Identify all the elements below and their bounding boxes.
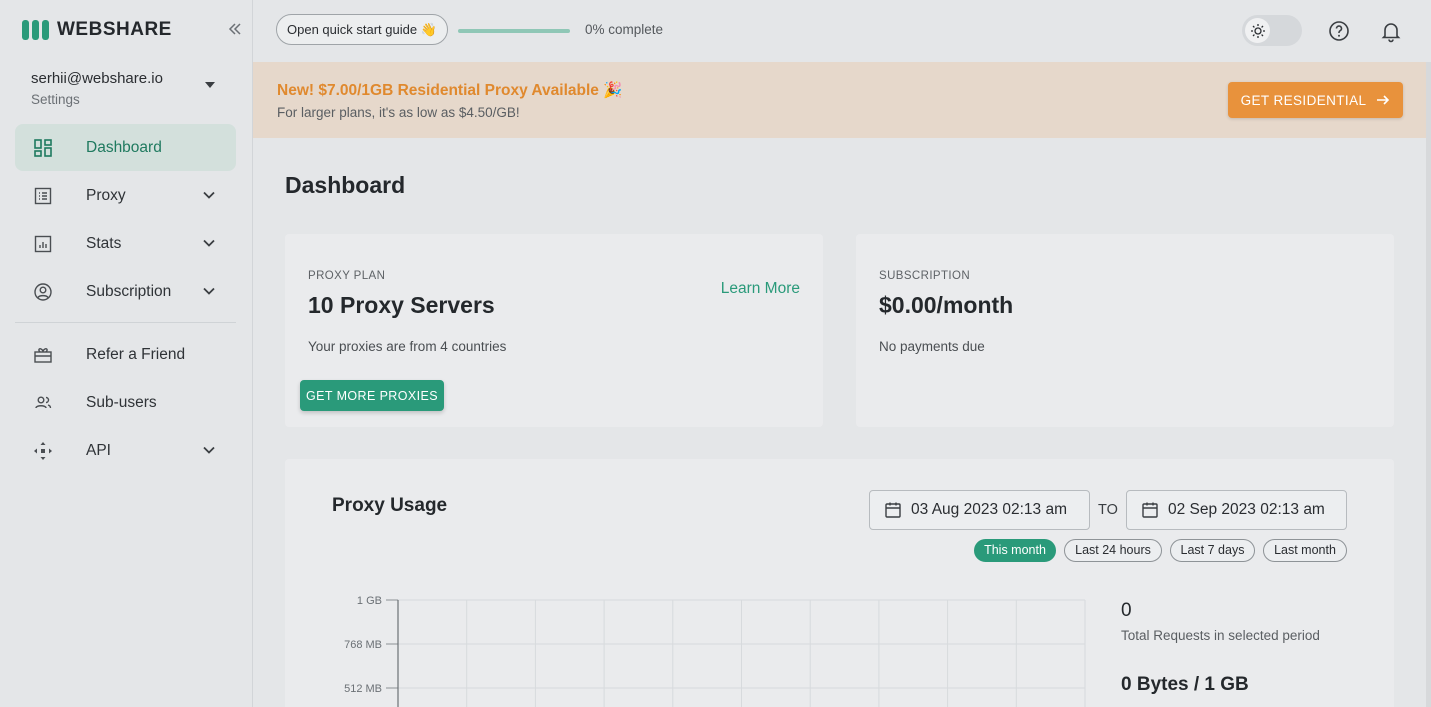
help-circle-icon	[1329, 21, 1349, 41]
arrow-right-icon	[1377, 95, 1390, 105]
banner-title: New! $7.00/1GB Residential Proxy Availab…	[277, 82, 623, 99]
sidebar-item-label: Sub-users	[86, 393, 157, 411]
calendar-icon	[1142, 502, 1158, 518]
account-switcher[interactable]: serhii@webshare.io Settings	[31, 70, 221, 107]
collapse-sidebar-button[interactable]	[224, 18, 246, 40]
account-settings-label: Settings	[31, 92, 80, 107]
proxy-plan-value: 10 Proxy Servers	[308, 292, 495, 318]
sidebar-item-subscription[interactable]: Subscription	[15, 268, 236, 315]
progress-text: 0% complete	[585, 22, 664, 37]
page-title: Dashboard	[285, 172, 406, 198]
gift-icon	[32, 344, 54, 366]
date-from-text: 03 Aug 2023 02:13 am	[911, 501, 1067, 518]
sidebar-item-dashboard[interactable]: Dashboard	[15, 124, 236, 171]
chart-y-tick-label: 512 MB	[344, 683, 382, 695]
proxy-plan-description: Your proxies are from 4 countries	[308, 339, 507, 354]
sidebar-item-label: Dashboard	[86, 138, 162, 156]
sidebar: WEBSHARE serhii@webshare.io Settings Das…	[0, 0, 253, 707]
promo-banner: New! $7.00/1GB Residential Proxy Availab…	[253, 62, 1426, 138]
sidebar-item-sub-users[interactable]: Sub-users	[15, 379, 236, 426]
chevron-down-icon	[203, 191, 215, 199]
subscription-value: $0.00/month	[879, 292, 1014, 318]
sidebar-item-stats[interactable]: Stats	[15, 220, 236, 267]
sidebar-item-label: Subscription	[86, 282, 172, 300]
list-icon	[32, 185, 54, 207]
proxy-plan-label: PROXY PLAN	[308, 270, 386, 282]
sidebar-item-proxy[interactable]: Proxy	[15, 172, 236, 219]
api-icon	[32, 440, 54, 462]
sidebar-item-label: Proxy	[86, 186, 126, 204]
total-requests-value: 0	[1121, 600, 1132, 621]
scrollbar-track[interactable]	[1426, 62, 1431, 707]
chevron-down-icon	[203, 287, 215, 295]
bandwidth-value: 0 Bytes / 1 GB	[1121, 674, 1249, 695]
nav-divider	[15, 322, 236, 323]
range-chip-last-month[interactable]: Last month	[1263, 539, 1347, 562]
brand-name: WEBSHARE	[57, 19, 172, 40]
date-to-text: 02 Sep 2023 02:13 am	[1168, 501, 1325, 518]
chart-y-tick-label: 768 MB	[344, 639, 382, 651]
quick-start-guide-button[interactable]: Open quick start guide 👋	[276, 14, 448, 45]
range-chip-this-month[interactable]: This month	[974, 539, 1056, 562]
get-residential-button[interactable]: GET RESIDENTIAL	[1228, 82, 1403, 118]
chevron-down-icon	[203, 446, 215, 454]
bell-icon	[1381, 23, 1401, 43]
chevron-down-icon	[203, 239, 215, 247]
sidebar-item-label: Refer a Friend	[86, 345, 186, 363]
top-bar: Open quick start guide 👋 0% complete	[253, 0, 1431, 62]
users-icon	[32, 392, 54, 414]
date-to-picker[interactable]: 02 Sep 2023 02:13 am	[1126, 490, 1347, 530]
date-range-to-label: TO	[1098, 502, 1118, 518]
get-more-proxies-button[interactable]: GET MORE PROXIES	[300, 380, 444, 411]
sidebar-nav: Dashboard Proxy Stats Subscription Refer…	[15, 124, 236, 475]
range-chip-last-24-hours[interactable]: Last 24 hours	[1064, 539, 1162, 562]
quick-start-progress-bar	[458, 29, 570, 33]
webshare-logo-icon	[22, 20, 49, 40]
caret-down-icon	[205, 82, 215, 88]
chart-y-tick-label: 1 GB	[357, 595, 382, 607]
proxy-usage-card: Proxy Usage 03 Aug 2023 02:13 am TO 02 S…	[285, 459, 1394, 707]
proxy-usage-title: Proxy Usage	[332, 495, 448, 516]
get-residential-label: GET RESIDENTIAL	[1240, 92, 1367, 108]
subscription-description: No payments due	[879, 339, 985, 354]
chevrons-left-icon	[228, 23, 241, 35]
dashboard-icon	[32, 137, 54, 159]
theme-toggle[interactable]	[1242, 15, 1302, 46]
calendar-icon	[885, 502, 901, 518]
notifications-button[interactable]	[1379, 19, 1403, 43]
learn-more-link[interactable]: Learn More	[721, 280, 800, 298]
range-chip-last-7-days[interactable]: Last 7 days	[1170, 539, 1255, 562]
date-from-picker[interactable]: 03 Aug 2023 02:13 am	[869, 490, 1090, 530]
account-email: serhii@webshare.io	[31, 70, 163, 87]
banner-subtitle: For larger plans, it's as low as $4.50/G…	[277, 105, 520, 120]
sidebar-item-label: API	[86, 441, 111, 459]
sidebar-item-label: Stats	[86, 234, 122, 252]
sun-icon	[1250, 23, 1265, 38]
proxy-usage-chart: 1 GB 768 MB 512 MB	[344, 595, 1086, 707]
logo[interactable]: WEBSHARE	[22, 19, 172, 41]
proxy-plan-card: PROXY PLAN 10 Proxy Servers Your proxies…	[285, 234, 823, 427]
subscription-label: SUBSCRIPTION	[879, 270, 971, 282]
sidebar-item-api[interactable]: API	[15, 427, 236, 474]
theme-toggle-knob	[1245, 18, 1270, 43]
help-button[interactable]	[1327, 19, 1351, 43]
bar-chart-icon	[32, 233, 54, 255]
sidebar-item-refer-a-friend[interactable]: Refer a Friend	[15, 331, 236, 378]
app-root: WEBSHARE serhii@webshare.io Settings Das…	[0, 0, 1431, 707]
user-circle-icon	[32, 281, 54, 303]
subscription-card: SUBSCRIPTION $0.00/month No payments due	[856, 234, 1394, 427]
total-requests-label: Total Requests in selected period	[1121, 628, 1320, 643]
